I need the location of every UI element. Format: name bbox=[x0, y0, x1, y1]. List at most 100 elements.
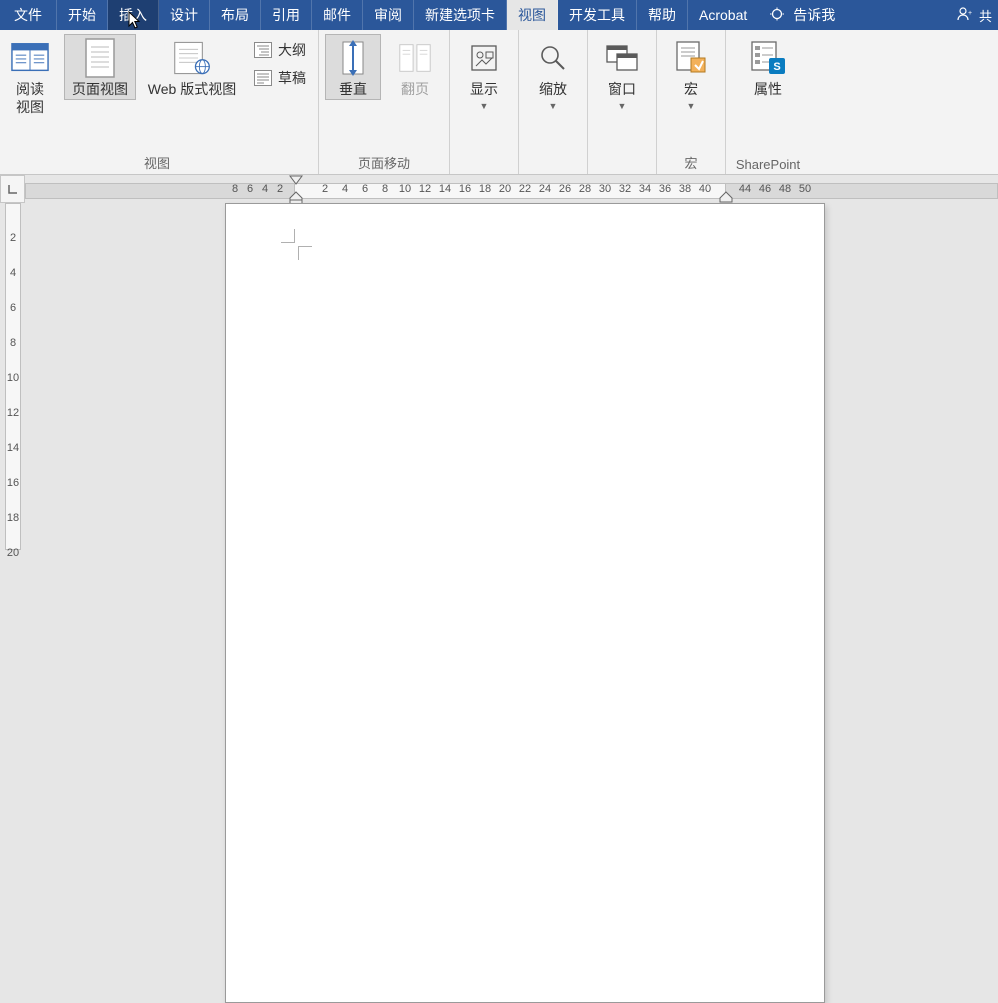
zoom-label: 缩放 bbox=[539, 81, 567, 99]
horizontal-ruler[interactable]: 8 6 4 2 2 4 6 8 10 12 14 16 18 20 22 24 … bbox=[25, 175, 998, 203]
ruler-tick: 2 bbox=[322, 183, 328, 195]
tab-devtools-label: 开发工具 bbox=[569, 5, 625, 25]
tab-help[interactable]: 帮助 bbox=[637, 0, 688, 30]
tab-tellme-label: 告诉我 bbox=[793, 5, 835, 25]
group-window: 窗口 ▼ bbox=[588, 30, 657, 174]
tab-insert[interactable]: 插入 bbox=[108, 0, 159, 30]
properties-button[interactable]: S 属性 bbox=[732, 34, 804, 100]
read-view-icon bbox=[11, 39, 49, 77]
first-line-indent-icon[interactable] bbox=[289, 175, 303, 185]
margin-corner-icon bbox=[281, 229, 295, 243]
web-layout-button[interactable]: Web 版式视图 bbox=[142, 34, 242, 100]
ruler-tick: 4 bbox=[5, 267, 21, 279]
ruler-tick: 20 bbox=[499, 183, 511, 195]
tab-acrobat-label: Acrobat bbox=[699, 7, 747, 23]
tab-tellme[interactable]: 告诉我 bbox=[758, 0, 846, 30]
macros-button[interactable]: 宏 ▼ bbox=[663, 34, 719, 112]
tab-mail-label: 邮件 bbox=[323, 5, 351, 25]
group-sharepoint: S 属性 SharePoint bbox=[726, 30, 810, 174]
tab-home[interactable]: 开始 bbox=[57, 0, 108, 30]
group-sharepoint-caption: SharePoint bbox=[732, 155, 804, 172]
page-view-button[interactable]: 页面视图 bbox=[64, 34, 136, 100]
outline-label: 大纲 bbox=[278, 40, 306, 60]
ruler-tick: 6 bbox=[362, 183, 368, 195]
margin-corner-icon bbox=[298, 246, 312, 260]
read-view-button[interactable]: 阅读 视图 bbox=[2, 34, 58, 117]
group-views: 阅读 视图 页面视图 Web 版式视图 大纲 bbox=[0, 30, 319, 174]
chevron-down-icon: ▼ bbox=[618, 101, 627, 111]
tab-home-label: 开始 bbox=[68, 5, 96, 25]
ruler-tick: 10 bbox=[5, 372, 21, 384]
tab-references-label: 引用 bbox=[272, 5, 300, 25]
vertical-button[interactable]: 垂直 bbox=[325, 34, 381, 100]
ruler-tick: 34 bbox=[639, 183, 651, 195]
tab-file-label: 文件 bbox=[14, 5, 42, 25]
chevron-down-icon: ▼ bbox=[549, 101, 558, 111]
ruler-tick: 16 bbox=[459, 183, 471, 195]
magnifier-icon bbox=[534, 39, 572, 77]
share-button[interactable]: + 共 bbox=[951, 0, 998, 30]
ruler-tick: 2 bbox=[5, 232, 21, 244]
show-button[interactable]: 显示 ▼ bbox=[456, 34, 512, 112]
tab-file[interactable]: 文件 bbox=[0, 0, 57, 30]
ruler-tick: 30 bbox=[599, 183, 611, 195]
tab-references[interactable]: 引用 bbox=[261, 0, 312, 30]
ribbon: 阅读 视图 页面视图 Web 版式视图 大纲 bbox=[0, 30, 998, 175]
share-label: 共 bbox=[979, 6, 992, 25]
tab-acrobat[interactable]: Acrobat bbox=[688, 0, 758, 30]
tab-newtab[interactable]: 新建选项卡 bbox=[414, 0, 507, 30]
ruler-tick: 22 bbox=[519, 183, 531, 195]
tab-review[interactable]: 审阅 bbox=[363, 0, 414, 30]
macros-label: 宏 bbox=[684, 81, 698, 99]
ruler-corner[interactable] bbox=[0, 175, 25, 203]
tab-mail[interactable]: 邮件 bbox=[312, 0, 363, 30]
group-macros-caption: 宏 bbox=[663, 151, 719, 172]
right-indent-icon[interactable] bbox=[719, 191, 733, 203]
web-layout-label: Web 版式视图 bbox=[148, 81, 236, 99]
svg-text:S: S bbox=[773, 61, 780, 73]
ruler-tick: 6 bbox=[247, 183, 253, 195]
window-button[interactable]: 窗口 ▼ bbox=[594, 34, 650, 112]
ruler-tick: 38 bbox=[679, 183, 691, 195]
zoom-button[interactable]: 缩放 ▼ bbox=[525, 34, 581, 112]
group-views-caption: 视图 bbox=[2, 151, 312, 172]
tab-devtools[interactable]: 开发工具 bbox=[558, 0, 637, 30]
outline-icon bbox=[254, 41, 272, 59]
properties-icon: S bbox=[749, 39, 787, 77]
tab-design[interactable]: 设计 bbox=[159, 0, 210, 30]
properties-label: 属性 bbox=[754, 81, 782, 99]
outline-button[interactable]: 大纲 bbox=[248, 38, 312, 62]
document-page[interactable] bbox=[225, 203, 825, 1003]
tab-selector-icon bbox=[7, 183, 19, 195]
tab-view[interactable]: 视图 bbox=[507, 0, 558, 30]
ruler-tick: 18 bbox=[5, 512, 21, 524]
ruler-tick: 4 bbox=[262, 183, 268, 195]
draft-icon bbox=[254, 69, 272, 87]
ruler-tick: 4 bbox=[342, 183, 348, 195]
flip-pages-button: 翻页 bbox=[387, 34, 443, 100]
ruler-tick: 14 bbox=[5, 442, 21, 454]
group-macros: 宏 ▼ 宏 bbox=[657, 30, 726, 174]
chevron-down-icon: ▼ bbox=[687, 101, 696, 111]
ruler-tick: 2 bbox=[277, 183, 283, 195]
ruler-tick: 46 bbox=[759, 183, 771, 195]
ruler-tick: 8 bbox=[5, 337, 21, 349]
lightbulb-icon bbox=[769, 7, 785, 23]
tab-review-label: 审阅 bbox=[374, 5, 402, 25]
ruler-tick: 14 bbox=[439, 183, 451, 195]
tab-newtab-label: 新建选项卡 bbox=[425, 5, 495, 25]
read-view-label: 阅读 视图 bbox=[16, 81, 44, 116]
ruler-tick: 18 bbox=[479, 183, 491, 195]
ruler-tick: 32 bbox=[619, 183, 631, 195]
ruler-tick: 8 bbox=[382, 183, 388, 195]
window-icon bbox=[603, 39, 641, 77]
draft-button[interactable]: 草稿 bbox=[248, 66, 312, 90]
tab-layout[interactable]: 布局 bbox=[210, 0, 261, 30]
web-layout-icon bbox=[173, 39, 211, 77]
show-icon bbox=[465, 39, 503, 77]
flip-pages-icon bbox=[396, 39, 434, 77]
ruler-tick: 10 bbox=[399, 183, 411, 195]
vertical-ruler[interactable]: 2 4 6 8 10 12 14 16 18 20 bbox=[0, 203, 25, 550]
tab-insert-label: 插入 bbox=[119, 5, 147, 25]
group-show: 显示 ▼ bbox=[450, 30, 519, 174]
